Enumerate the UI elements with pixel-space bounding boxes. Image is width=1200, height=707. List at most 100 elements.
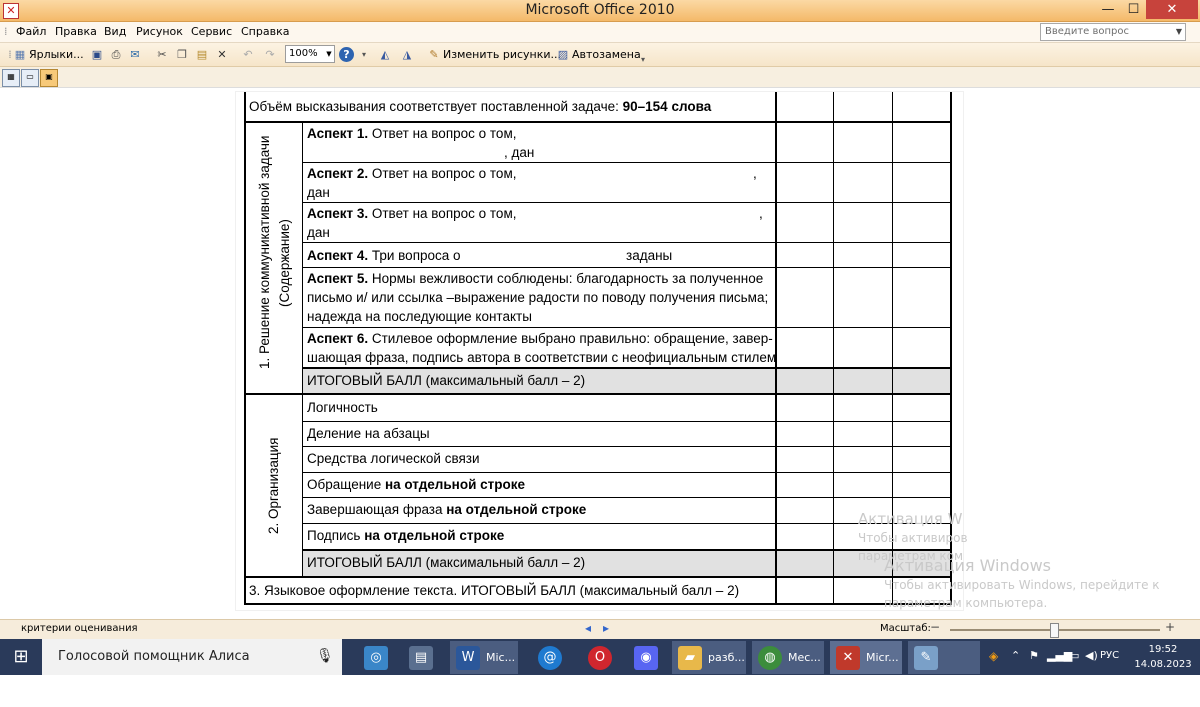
opera-icon: O — [588, 646, 612, 670]
window-title: Microsoft Office 2010 — [525, 2, 675, 18]
table-right-border — [950, 92, 952, 605]
org-item-6: Подпись на отдельной строке — [307, 528, 505, 543]
aspect-4-tail: заданы — [626, 248, 673, 263]
previous-picture-icon[interactable]: ◂ — [585, 621, 591, 635]
app-icon[interactable]: ✕ — [3, 3, 19, 19]
minimize-button[interactable]: — — [1095, 0, 1121, 20]
activation-watermark-title-clipped: Активация W — [858, 510, 963, 528]
language-indicator[interactable]: РУС — [1100, 650, 1119, 661]
row-divider-o3 — [302, 472, 952, 473]
shortcuts-button[interactable]: Ярлыки... — [29, 48, 84, 61]
toolbar-options-icon-2[interactable]: ▾ — [635, 52, 651, 68]
thumbnail-view-icon[interactable]: ▦ — [2, 69, 20, 87]
mail-at-icon: @ — [538, 646, 562, 670]
menu-tools[interactable]: Сервис — [191, 25, 232, 38]
battery-icon[interactable]: ▭ — [1069, 649, 1079, 662]
title-bar: Microsoft Office 2010 — [0, 0, 1200, 22]
task-mail[interactable]: @ — [534, 641, 566, 674]
search-app-icon: ◎ — [364, 646, 388, 670]
volume-icon[interactable]: ◀) — [1085, 649, 1098, 662]
network-app-icon[interactable]: ◈ — [989, 649, 998, 663]
aspect-3-line2: дан — [307, 225, 330, 240]
start-button[interactable]: ⊞ — [0, 639, 42, 675]
task-presentation[interactable]: ▤ — [405, 641, 437, 674]
org-item-5: Завершающая фраза на отдельной строке — [307, 502, 587, 517]
row-divider-o4 — [302, 497, 952, 498]
task-folder-label: разб... — [708, 651, 745, 664]
section1-divider — [302, 123, 303, 393]
zoom-slider-thumb[interactable] — [1050, 623, 1059, 638]
task-office-picture[interactable]: ✕ Micr... — [830, 641, 902, 674]
section1-subtitle: (Содержание) — [277, 219, 292, 307]
task-folder[interactable]: ▰ разб... — [672, 641, 746, 674]
copy-icon[interactable]: ❐ — [174, 47, 190, 63]
show-hidden-icons-icon[interactable]: ⌃ — [1011, 649, 1020, 662]
section1-total-label: ИТОГОВЫЙ БАЛЛ (максимальный балл – 2) — [307, 373, 586, 388]
task-chrome[interactable]: ◍ Мес... — [752, 641, 824, 674]
cut-icon[interactable]: ✂ — [154, 47, 170, 63]
task-word[interactable]: W Mic... — [450, 641, 518, 674]
task-paint[interactable]: ✎ отве... — [908, 641, 980, 697]
aspect-1-line2: , дан — [504, 145, 535, 160]
aspect-6-line2: шающая фраза, подпись автора в соответст… — [307, 350, 777, 365]
voice-assistant-search[interactable]: Голосовой помощник Алиса — [42, 639, 342, 675]
next-picture-icon[interactable]: ▸ — [603, 621, 609, 635]
help-icon[interactable]: ? — [339, 47, 354, 62]
zoom-dropdown-icon[interactable]: ▼ — [324, 46, 334, 62]
total1-col-line-3 — [892, 368, 893, 393]
aspect-1-text: Аспект 1. Ответ на вопрос о том, — [307, 126, 517, 141]
task-chrome-label: Мес... — [788, 651, 821, 664]
score-col-line-2 — [833, 92, 834, 605]
clock[interactable]: 19:52 14.08.2023 — [1130, 642, 1196, 674]
task-opera[interactable]: O — [584, 641, 616, 674]
zoom-out-icon[interactable]: − — [930, 620, 940, 634]
redo-icon[interactable]: ↷ — [262, 47, 278, 63]
aspect-2-line2: дан — [307, 185, 330, 200]
shortcuts-icon[interactable]: ▦ — [12, 47, 28, 63]
task-search-app[interactable]: ◎ — [360, 641, 392, 674]
flag-icon[interactable]: ⚑ — [1029, 649, 1039, 662]
paint-icon: ✎ — [914, 646, 938, 670]
maximize-button[interactable]: ☐ — [1121, 0, 1146, 20]
paste-icon[interactable]: ▤ — [194, 47, 210, 63]
aspect-5-text: Аспект 5. Нормы вежливости соблюдены: бл… — [307, 271, 764, 286]
folder-icon: ▰ — [678, 646, 702, 670]
word-icon: W — [456, 646, 480, 670]
task-discord[interactable]: ◉ — [630, 641, 662, 674]
table-bottom-border — [244, 603, 952, 605]
rotate-right-icon[interactable]: ◮ — [399, 47, 415, 63]
edit-pictures-button[interactable]: Изменить рисунки... — [443, 48, 561, 61]
rotate-left-icon[interactable]: ◭ — [377, 47, 393, 63]
single-picture-view-icon[interactable]: ▣ — [40, 69, 58, 87]
help-dropdown-icon[interactable]: ▼ — [1172, 23, 1186, 41]
menu-file[interactable]: Файл — [16, 25, 46, 38]
activation-watermark-line1-clipped: Чтобы активиров — [858, 531, 968, 545]
row-divider-a2 — [302, 202, 952, 203]
autocorrect-icon[interactable]: ▨ — [555, 47, 571, 63]
filmstrip-view-icon[interactable]: ▭ — [21, 69, 39, 87]
menu-view[interactable]: Вид — [104, 25, 126, 38]
edit-pictures-icon[interactable]: ✎ — [426, 47, 442, 63]
save-icon[interactable]: ▣ — [89, 47, 105, 63]
activation-watermark-line1: Чтобы активировать Windows, перейдите к — [884, 578, 1160, 592]
microphone-icon[interactable]: 🎙 — [316, 648, 334, 666]
close-button[interactable]: ✕ — [1146, 0, 1198, 19]
menu-edit[interactable]: Правка — [55, 25, 97, 38]
delete-icon[interactable]: ✕ — [214, 47, 230, 63]
aspect-3-text: Аспект 3. Ответ на вопрос о том, — [307, 206, 517, 221]
menu-picture[interactable]: Рисунок — [136, 25, 183, 38]
print-icon[interactable]: ⎙ — [108, 47, 124, 63]
autocorrect-button[interactable]: Автозамена — [572, 48, 641, 61]
section2-total-label: ИТОГОВЫЙ БАЛЛ (максимальный балл – 2) — [307, 555, 586, 570]
menu-help[interactable]: Справка — [241, 25, 289, 38]
toolbar-options-icon[interactable]: ▾ — [356, 47, 372, 63]
zoom-in-icon[interactable]: + — [1165, 620, 1175, 634]
windows-icon: ⊞ — [13, 646, 29, 667]
undo-icon[interactable]: ↶ — [240, 47, 256, 63]
section3-text: 3. Языковое оформление текста. ИТОГОВЫЙ … — [249, 583, 740, 598]
menu-bar: ⁞ Файл Правка Вид Рисунок Сервис Справка — [0, 22, 1200, 43]
email-icon[interactable]: ✉ — [127, 47, 143, 63]
aspect-3-comma: , — [759, 206, 763, 221]
status-bar: критерии оценивания ◂ ▸ Масштаб: − + — [0, 619, 1200, 639]
help-search-input[interactable]: Введите вопрос — [1040, 23, 1186, 41]
